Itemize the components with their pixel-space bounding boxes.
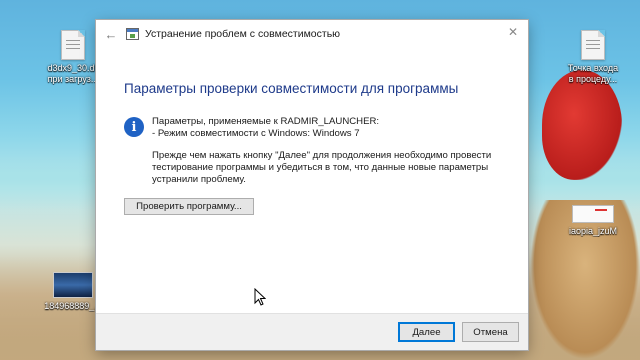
info-icon: i xyxy=(124,117,144,137)
desktop-icon-label: iaopia_jzuM xyxy=(568,226,618,236)
santa-hat-decoration xyxy=(542,70,622,180)
dialog-footer: Далее Отмена xyxy=(96,313,528,350)
desktop-icon-label: Точка входа xyxy=(567,63,619,73)
applied-settings-target: Параметры, применяемые к RADMIR_LAUNCHER… xyxy=(152,116,380,127)
page-heading: Параметры проверки совместимости для про… xyxy=(124,81,459,96)
arrow-left-icon: ← xyxy=(104,26,118,42)
dialog-titlebar: ← Устранение проблем с совместимостью ✕ xyxy=(96,20,528,48)
document-icon xyxy=(61,30,85,60)
next-button[interactable]: Далее xyxy=(398,322,455,342)
troubleshooter-app-icon xyxy=(126,28,139,40)
document-icon xyxy=(581,30,605,60)
dialog-title: Устранение проблем с совместимостью xyxy=(145,28,341,40)
test-program-button[interactable]: Проверить программу... xyxy=(124,198,254,215)
applied-settings-mode: - Режим совместимости с Windows: Windows… xyxy=(152,128,360,139)
desktop-icon-label: в процеду... xyxy=(568,74,618,84)
instruction-text: Прежде чем нажать кнопку "Далее" для про… xyxy=(152,150,492,185)
image-thumbnail-icon xyxy=(53,272,93,298)
mouse-cursor-icon xyxy=(254,288,266,306)
desktop-icon-entry-point[interactable]: Точка входа в процеду... xyxy=(553,30,633,85)
screenshot-icon xyxy=(572,205,614,223)
back-button[interactable]: ← xyxy=(102,25,120,43)
close-button[interactable]: ✕ xyxy=(502,22,524,42)
close-icon: ✕ xyxy=(507,25,519,39)
applied-settings: Параметры, применяемые к RADMIR_LAUNCHER… xyxy=(152,116,379,140)
compatibility-troubleshooter-dialog: ← Устранение проблем с совместимостью ✕ … xyxy=(96,20,528,350)
desktop-icon-screenshot[interactable]: iaopia_jzuM xyxy=(553,205,633,237)
cancel-button[interactable]: Отмена xyxy=(462,322,519,342)
